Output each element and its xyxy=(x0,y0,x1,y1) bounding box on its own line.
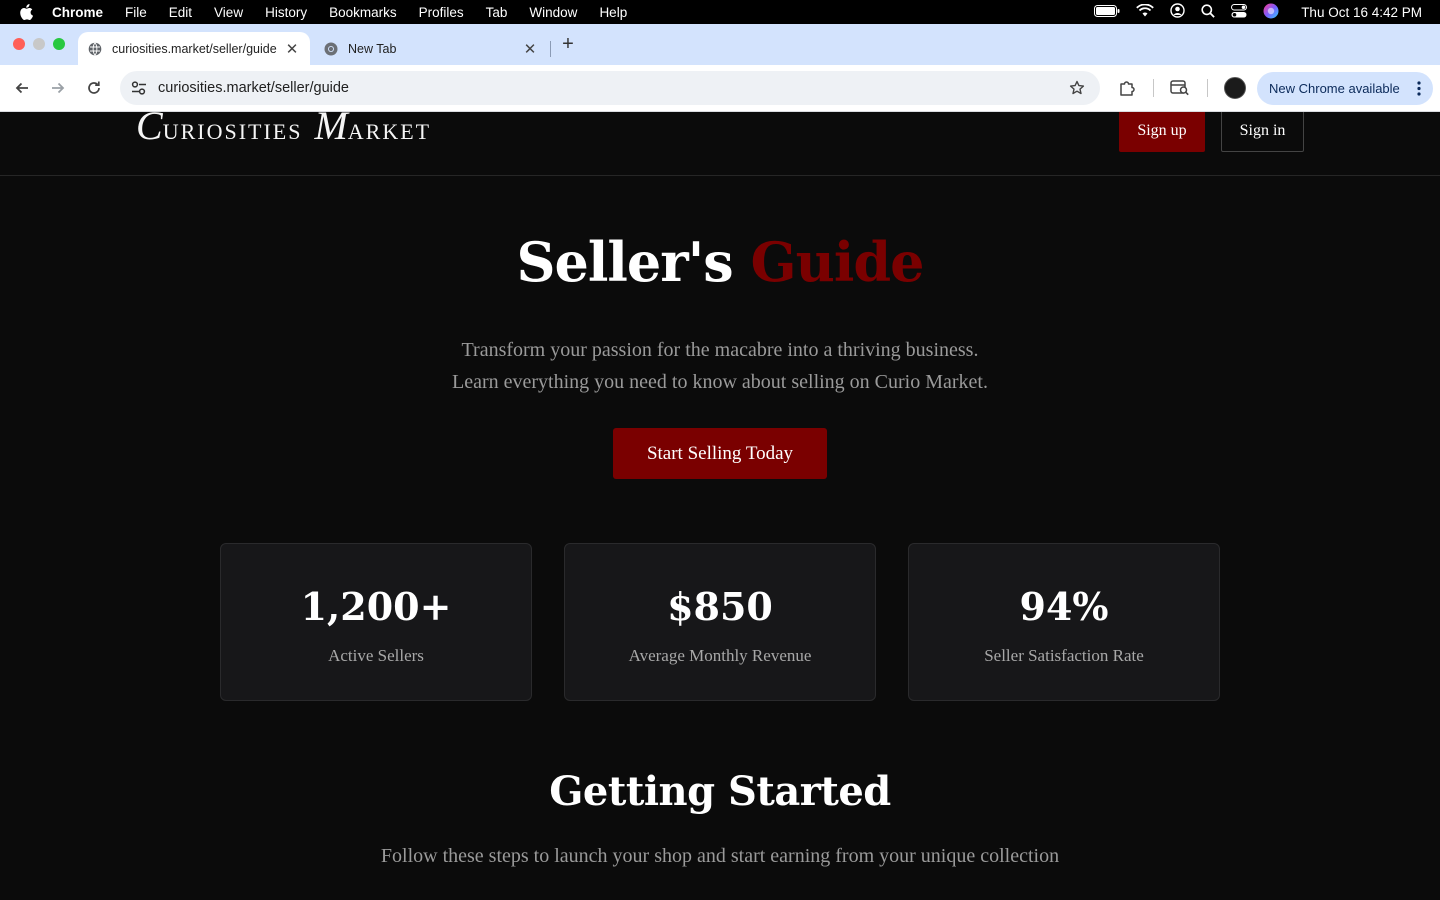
hero-subtitle-line: Transform your passion for the macabre i… xyxy=(461,339,979,361)
page-title: Seller's Guide xyxy=(0,230,1440,294)
start-selling-button[interactable]: Start Selling Today xyxy=(613,428,827,479)
wifi-icon[interactable] xyxy=(1136,3,1155,20)
logo-word: arket xyxy=(347,119,432,144)
control-center-icon[interactable] xyxy=(1231,3,1248,21)
chrome-favicon-icon xyxy=(324,42,338,56)
profile-avatar[interactable] xyxy=(1224,77,1246,99)
getting-started-heading: Getting Started xyxy=(549,768,891,815)
stat-card-monthly-revenue: $850 Average Monthly Revenue xyxy=(564,543,876,701)
menu-tab[interactable]: Tab xyxy=(475,5,519,20)
menu-window[interactable]: Window xyxy=(518,5,588,20)
stat-label: Seller Satisfaction Rate xyxy=(984,646,1144,665)
menu-file[interactable]: File xyxy=(114,5,158,20)
reload-icon[interactable] xyxy=(83,77,105,99)
menu-edit[interactable]: Edit xyxy=(158,5,203,20)
bookmark-star-icon[interactable] xyxy=(1062,80,1092,96)
apple-menu-icon[interactable] xyxy=(0,4,52,20)
menu-help[interactable]: Help xyxy=(588,5,638,20)
menu-app-name[interactable]: Chrome xyxy=(52,5,114,20)
logo-initial: C xyxy=(136,112,163,148)
stat-value: $850 xyxy=(667,584,773,629)
toolbar-separator xyxy=(1153,79,1154,97)
user-account-icon[interactable] xyxy=(1170,3,1185,21)
tab-title: New Tab xyxy=(348,41,397,56)
new-tab-plus-icon[interactable]: + xyxy=(558,34,578,54)
site-logo[interactable]: Curiosities Market xyxy=(136,112,432,148)
tab-new-tab[interactable]: New Tab ✕ xyxy=(314,32,548,65)
tab-title: curiosities.market/seller/guide xyxy=(112,41,277,56)
tab-separator xyxy=(550,41,551,57)
getting-started-subtitle: Follow these steps to launch your shop a… xyxy=(380,845,1060,867)
spotlight-search-icon[interactable] xyxy=(1201,3,1215,21)
macos-menu-bar: Chrome File Edit View History Bookmarks … xyxy=(0,0,1440,24)
browser-toolbar: curiosities.market/seller/guide New Chro… xyxy=(0,65,1440,112)
address-bar[interactable]: curiosities.market/seller/guide xyxy=(120,71,1100,105)
logo-initial: M xyxy=(314,112,348,148)
tab-close-icon[interactable]: ✕ xyxy=(522,40,538,58)
stat-card-active-sellers: 1,200+ Active Sellers xyxy=(220,543,532,701)
window-close-button[interactable] xyxy=(13,38,25,50)
stat-card-satisfaction-rate: 94% Seller Satisfaction Rate xyxy=(908,543,1220,701)
new-chrome-available-button[interactable]: New Chrome available xyxy=(1257,72,1433,105)
stat-label: Active Sellers xyxy=(328,646,424,665)
browser-tab-strip: curiosities.market/seller/guide ✕ New Ta… xyxy=(0,24,1440,65)
globe-favicon-icon xyxy=(88,42,102,56)
extensions-puzzle-icon[interactable] xyxy=(1116,77,1138,99)
site-info-icon[interactable] xyxy=(122,80,156,96)
sign-in-button[interactable]: Sign in xyxy=(1221,112,1304,152)
logo-word: uriosities xyxy=(162,119,303,144)
menu-history[interactable]: History xyxy=(254,5,318,20)
hero-subtitle-line: Learn everything you need to know about … xyxy=(452,371,988,393)
stat-value: 1,200+ xyxy=(300,584,452,629)
site-header: Curiosities Market Sign up Sign in xyxy=(0,112,1440,176)
title-accent: Guide xyxy=(750,230,924,294)
menu-bar-clock[interactable]: Thu Oct 16 4:42 PM xyxy=(1301,5,1422,20)
battery-icon[interactable] xyxy=(1094,4,1120,20)
tab-close-icon[interactable]: ✕ xyxy=(284,40,300,58)
hero-subtitle: Transform your passion for the macabre i… xyxy=(370,334,1070,398)
window-minimize-button[interactable] xyxy=(33,38,45,50)
toolbar-separator xyxy=(1207,79,1208,97)
title-main: Seller's xyxy=(516,230,734,294)
web-page: Curiosities Market Sign up Sign in Selle… xyxy=(0,112,1440,900)
back-arrow-icon[interactable] xyxy=(11,77,33,99)
menu-bookmarks[interactable]: Bookmarks xyxy=(318,5,408,20)
tab-search-icon[interactable] xyxy=(1169,77,1191,99)
more-menu-icon[interactable] xyxy=(1417,81,1421,99)
siri-icon[interactable] xyxy=(1263,3,1279,22)
url-text[interactable]: curiosities.market/seller/guide xyxy=(158,80,1062,96)
sign-up-button[interactable]: Sign up xyxy=(1119,112,1205,152)
forward-arrow-icon[interactable] xyxy=(47,77,69,99)
stat-label: Average Monthly Revenue xyxy=(628,646,812,665)
window-zoom-button[interactable] xyxy=(53,38,65,50)
stat-value: 94% xyxy=(1019,584,1109,629)
menu-profiles[interactable]: Profiles xyxy=(408,5,475,20)
menu-view[interactable]: View xyxy=(203,5,254,20)
tab-seller-guide[interactable]: curiosities.market/seller/guide ✕ xyxy=(78,32,310,65)
update-label: New Chrome available xyxy=(1269,81,1400,96)
